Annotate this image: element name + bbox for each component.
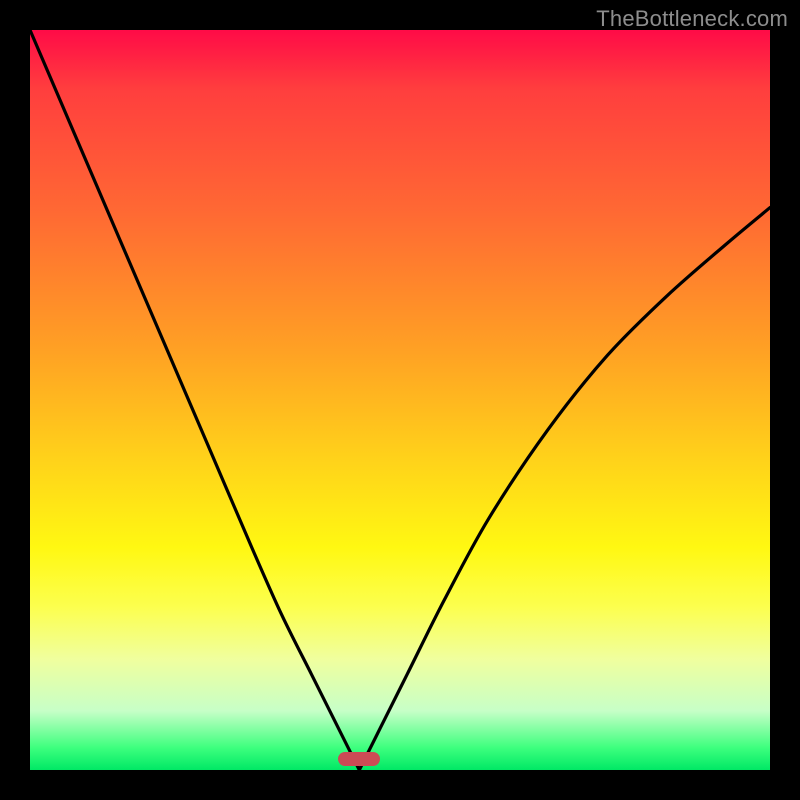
bottleneck-curve: [30, 30, 770, 770]
optimum-marker: [338, 752, 380, 766]
watermark-text: TheBottleneck.com: [596, 6, 788, 32]
curve-path: [30, 30, 770, 770]
chart-plot-area: [30, 30, 770, 770]
